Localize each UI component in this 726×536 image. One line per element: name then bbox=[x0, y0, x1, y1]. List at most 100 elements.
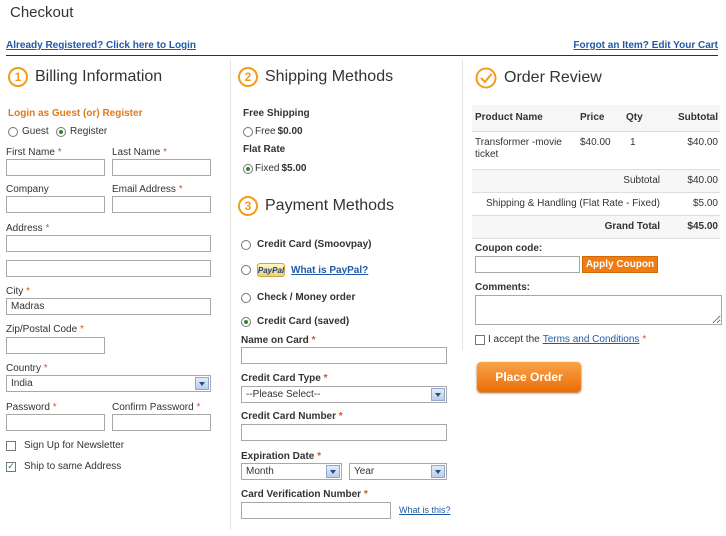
free-shipping-heading: Free Shipping bbox=[243, 108, 310, 119]
ship-same-checkbox[interactable]: ✓ bbox=[6, 461, 16, 472]
item-qty: 1 bbox=[626, 131, 666, 170]
cc-smoovpay-label: Credit Card (Smoovpay) bbox=[257, 239, 372, 250]
email-input[interactable] bbox=[112, 196, 211, 213]
paypal-logo-icon: PayPal bbox=[257, 263, 285, 277]
guest-radio[interactable] bbox=[8, 126, 18, 137]
cvv-label: Card Verification Number * bbox=[241, 489, 368, 500]
newsletter-checkbox[interactable] bbox=[6, 440, 16, 451]
grand-total-row: Grand Total $45.00 bbox=[472, 215, 720, 239]
subtotal-row: Subtotal $40.00 bbox=[472, 169, 720, 193]
cc-number-input[interactable] bbox=[241, 424, 447, 441]
ship-same-option[interactable]: ✓ Ship to same Address bbox=[6, 461, 121, 472]
comments-label: Comments: bbox=[475, 282, 531, 293]
paypal-option[interactable]: PayPal What is PayPal? bbox=[241, 263, 368, 277]
cc-type-selected-value: --Please Select-- bbox=[246, 389, 321, 400]
name-on-card-input[interactable] bbox=[241, 347, 447, 364]
exp-year-select[interactable]: Year bbox=[349, 463, 447, 480]
grand-total-value: $45.00 bbox=[666, 215, 720, 239]
cc-type-select[interactable]: --Please Select-- bbox=[241, 386, 447, 403]
free-shipping-option[interactable]: Free $0.00 bbox=[243, 126, 303, 137]
country-selected-value: India bbox=[11, 378, 33, 389]
exp-month-select[interactable]: Month bbox=[241, 463, 342, 480]
terms-option[interactable]: I accept the Terms and Conditions * bbox=[475, 334, 646, 345]
chevron-down-icon[interactable] bbox=[326, 465, 340, 478]
cc-saved-option[interactable]: Credit Card (saved) bbox=[241, 316, 349, 327]
comments-textarea[interactable] bbox=[475, 295, 722, 325]
fixed-shipping-radio[interactable] bbox=[243, 163, 253, 174]
cc-saved-label: Credit Card (saved) bbox=[257, 316, 350, 327]
zip-label: Zip/Postal Code * bbox=[6, 324, 84, 335]
apply-coupon-button[interactable]: Apply Coupon bbox=[582, 256, 658, 273]
what-is-paypal-link[interactable]: What is PayPal? bbox=[291, 265, 368, 276]
page-title: Checkout bbox=[10, 4, 74, 21]
place-order-button[interactable]: Place Order bbox=[477, 362, 581, 392]
what-is-cvv-link[interactable]: What is this? bbox=[399, 505, 451, 515]
subtotal-label: Subtotal bbox=[472, 169, 666, 193]
shipping-title-text: Shipping Methods bbox=[265, 68, 394, 85]
cc-type-label: Credit Card Type * bbox=[241, 373, 328, 384]
name-on-card-label: Name on Card * bbox=[241, 335, 316, 346]
order-review-table: Product Name Price Qty Subtotal Transfor… bbox=[472, 105, 720, 239]
company-input[interactable] bbox=[6, 196, 105, 213]
coupon-input[interactable] bbox=[475, 256, 580, 273]
item-price: $40.00 bbox=[580, 131, 626, 170]
city-input[interactable] bbox=[6, 298, 211, 315]
check-money-option[interactable]: Check / Money order bbox=[241, 292, 355, 303]
review-header-row: Product Name Price Qty Subtotal bbox=[472, 105, 720, 132]
payment-section-title: 3 Payment Methods bbox=[238, 196, 394, 216]
chevron-down-icon[interactable] bbox=[431, 388, 445, 401]
billing-section-title: 1 Billing Information bbox=[8, 67, 162, 87]
newsletter-option[interactable]: Sign Up for Newsletter bbox=[6, 440, 124, 451]
chevron-down-icon[interactable] bbox=[195, 377, 209, 390]
cc-saved-radio[interactable] bbox=[241, 316, 251, 327]
last-name-input[interactable] bbox=[112, 159, 211, 176]
chevron-down-icon[interactable] bbox=[431, 465, 445, 478]
terms-checkbox[interactable] bbox=[475, 334, 485, 345]
review-title-text: Order Review bbox=[504, 69, 602, 86]
login-link[interactable]: Already Registered? Click here to Login bbox=[6, 40, 196, 51]
zip-input[interactable] bbox=[6, 337, 105, 354]
company-label: Company bbox=[6, 184, 49, 195]
shipping-label: Shipping & Handling (Flat Rate - Fixed) bbox=[472, 192, 666, 216]
confirm-password-label: Confirm Password * bbox=[112, 402, 201, 413]
free-shipping-label: Free bbox=[255, 126, 276, 137]
address-line-2-input[interactable] bbox=[6, 260, 211, 277]
cvv-input[interactable] bbox=[241, 502, 391, 519]
fixed-shipping-option[interactable]: Fixed $5.00 bbox=[243, 163, 306, 174]
check-money-radio[interactable] bbox=[241, 292, 251, 303]
register-radio[interactable] bbox=[56, 126, 66, 137]
table-row: Transformer -movie ticket $40.00 1 $40.0… bbox=[472, 131, 720, 170]
fixed-shipping-price: $5.00 bbox=[281, 163, 307, 174]
fixed-shipping-label: Fixed bbox=[255, 163, 280, 174]
terms-required-mark: * bbox=[642, 334, 647, 345]
shipping-row: Shipping & Handling (Flat Rate - Fixed) … bbox=[472, 192, 720, 216]
column-divider bbox=[462, 60, 463, 350]
email-label: Email Address * bbox=[112, 184, 183, 195]
col-header-subtotal: Subtotal bbox=[666, 105, 720, 132]
password-input[interactable] bbox=[6, 414, 105, 431]
col-header-product: Product Name bbox=[472, 105, 580, 132]
city-label: City * bbox=[6, 286, 30, 297]
guest-radio-option[interactable]: Guest bbox=[8, 126, 49, 137]
review-section-title: Order Review bbox=[475, 67, 602, 89]
header-divider bbox=[6, 55, 718, 56]
country-select[interactable]: India bbox=[6, 375, 211, 392]
free-shipping-price: $0.00 bbox=[277, 126, 303, 137]
address-line-1-input[interactable] bbox=[6, 235, 211, 252]
first-name-input[interactable] bbox=[6, 159, 105, 176]
terms-link[interactable]: Terms and Conditions bbox=[543, 334, 640, 345]
cc-smoovpay-radio[interactable] bbox=[241, 239, 251, 250]
register-radio-option[interactable]: Register bbox=[56, 126, 107, 137]
item-name: Transformer -movie ticket bbox=[472, 131, 580, 170]
confirm-password-input[interactable] bbox=[112, 414, 211, 431]
password-label: Password * bbox=[6, 402, 57, 413]
free-shipping-radio[interactable] bbox=[243, 126, 253, 137]
exp-month-selected-value: Month bbox=[246, 466, 274, 477]
last-name-label: Last Name * bbox=[112, 147, 168, 158]
cc-smoovpay-option[interactable]: Credit Card (Smoovpay) bbox=[241, 239, 371, 250]
paypal-radio[interactable] bbox=[241, 265, 251, 275]
shipping-value: $5.00 bbox=[666, 192, 720, 216]
step-number-1: 1 bbox=[8, 67, 28, 87]
check-money-label: Check / Money order bbox=[257, 292, 356, 303]
edit-cart-link[interactable]: Forgot an Item? Edit Your Cart bbox=[573, 40, 718, 51]
